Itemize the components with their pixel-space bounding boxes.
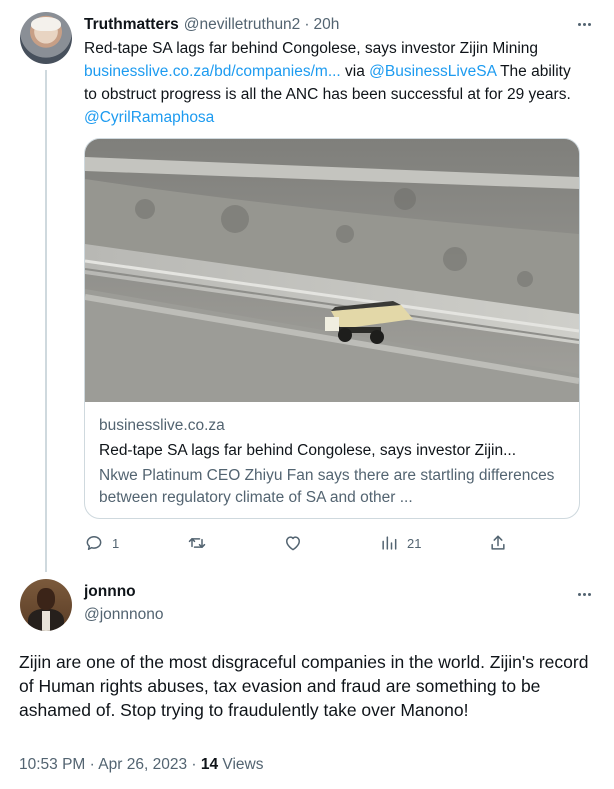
avatar-shirt (42, 611, 50, 631)
more-options-button[interactable] (574, 14, 594, 34)
separator-dot: · (89, 756, 95, 773)
views-count: 21 (407, 535, 422, 551)
reply-button[interactable]: 1 (84, 529, 119, 557)
retweet-icon (188, 538, 206, 548)
views-count: 14 (200, 756, 219, 773)
tweet-text-part: Red-tape SA lags far behind Congolese, s… (84, 40, 539, 57)
retweet-button[interactable] (187, 529, 215, 557)
display-name[interactable]: Truthmatters (84, 16, 179, 34)
card-image[interactable] (85, 139, 579, 402)
tweet-reply[interactable]: jonnno @jonnnono Zijin are one of the mo… (0, 568, 614, 789)
tweet-time[interactable]: 20h (313, 16, 339, 34)
more-options-button[interactable] (574, 584, 594, 604)
more-icon-dot (587, 592, 591, 596)
views-icon (382, 536, 397, 550)
separator-dot: · (191, 756, 197, 773)
more-icon-dot (577, 22, 581, 26)
card-meta: businesslive.co.za Red-tape SA lags far … (99, 415, 565, 509)
share-button[interactable] (488, 529, 508, 557)
avatar-hair (31, 17, 61, 31)
tweet-header: Truthmatters @nevilletruthun2 · 20h (84, 14, 570, 36)
tweet-text: Zijin are one of the most disgraceful co… (19, 652, 589, 720)
card-title[interactable]: Red-tape SA lags far behind Congolese, s… (99, 440, 565, 462)
mention-businesslivesa[interactable]: @BusinessLiveSA (369, 63, 496, 80)
tweet-metadata: 10:53 PM · Apr 26, 2023 · 14 Views (19, 756, 264, 774)
more-icon-dot (587, 22, 591, 26)
avatar[interactable] (20, 12, 72, 64)
avatar[interactable] (20, 579, 72, 631)
more-icon-dot (582, 592, 586, 596)
card-description: Nkwe Platinum CEO Zhiyu Fan says there a… (99, 467, 555, 506)
mention-cyrilramaphosa[interactable]: @CyrilRamaphosa (84, 109, 214, 126)
share-icon (491, 535, 505, 550)
views-label: Views (222, 756, 264, 773)
display-name[interactable]: jonnno (84, 583, 136, 601)
tweet-text: Red-tape SA lags far behind Congolese, s… (84, 37, 584, 129)
card-domain: businesslive.co.za (99, 417, 225, 434)
tweet-time[interactable]: 10:53 PM (19, 756, 85, 773)
tweet-date[interactable]: Apr 26, 2023 (98, 756, 187, 773)
more-icon-dot (582, 22, 586, 26)
link-preview-card[interactable]: businesslive.co.za Red-tape SA lags far … (84, 138, 580, 519)
user-handle[interactable]: @nevilletruthun2 (184, 16, 301, 34)
thread-connector-line (45, 70, 47, 572)
separator-dot: · (304, 16, 310, 33)
article-link[interactable]: businesslive.co.za/bd/companies/m... (84, 63, 341, 80)
tweet-actions: 1 21 (84, 529, 514, 557)
avatar-face (37, 588, 55, 610)
tweet-text-part: via (340, 63, 370, 80)
mine-photo-illustration (85, 139, 579, 402)
tweet-original[interactable]: Truthmatters @nevilletruthun2 · 20h Red-… (0, 0, 614, 572)
reply-count: 1 (112, 535, 120, 551)
like-icon (286, 536, 300, 551)
views-button[interactable]: 21 (379, 529, 421, 557)
user-handle[interactable]: @jonnnono (84, 606, 164, 624)
like-button[interactable] (283, 529, 311, 557)
more-icon-dot (577, 592, 581, 596)
reply-icon (86, 536, 102, 550)
